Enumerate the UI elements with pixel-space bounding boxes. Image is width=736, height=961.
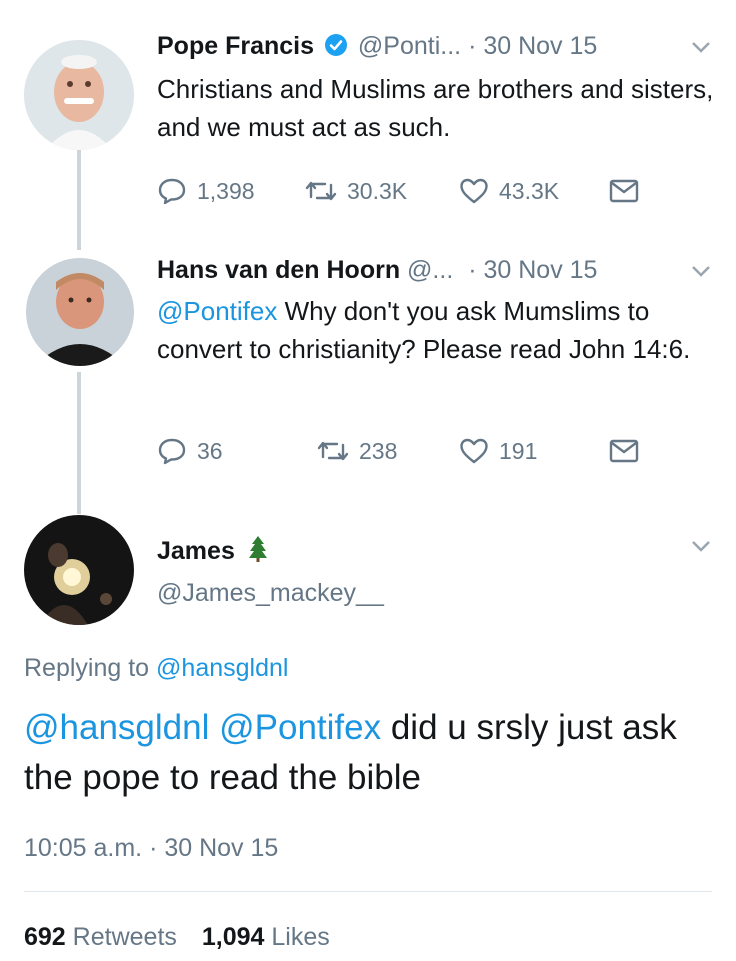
tweet2-mention-pontifex[interactable]: @Pontifex [157,296,277,326]
retweet-icon [317,441,349,461]
likes-count: 1,094 [201,923,265,951]
replying-to-handle[interactable]: @hansgldnl [156,654,288,682]
tweet1-retweet-action[interactable]: 30.3K [305,175,407,207]
avatar-hans-van-den-hoorn[interactable] [26,258,134,366]
evergreen-tree-icon [248,535,268,570]
tweet2-author-name[interactable]: Hans van den Hoorn [157,256,400,284]
tweet1-author-name[interactable]: Pope Francis [157,32,314,60]
likes-stat[interactable]: 1,094 Likes [202,923,330,951]
retweets-stat[interactable]: 692 Retweets [24,923,184,951]
tweet2-chevron-down-icon[interactable] [690,264,712,283]
tweet2-reply-action[interactable]: 36 [157,435,223,467]
tweet3-mention-pontifex[interactable]: @Pontifex [219,708,381,747]
tweet1-header: Pope Francis @Ponti... · 30 Nov 15 [157,31,597,64]
verified-badge-icon [324,33,348,64]
thread-line-2 [77,372,81,514]
tweet2-reply-count: 36 [197,437,223,464]
tweet2-like-action[interactable]: 191 [459,435,537,467]
mail-icon [609,439,639,463]
tweet3-author-name-row: James [157,535,268,570]
reply-icon [158,438,186,465]
heart-icon [460,438,488,464]
retweets-count: 692 [24,923,66,951]
tweet2-dm-action[interactable] [609,435,639,467]
tweet3-mention-hansgldnl[interactable]: @hansgldnl [24,708,209,747]
tweet2-retweet-count: 238 [359,437,398,464]
tweet2-text-block: @Pontifex Why don't you ask Mumslims to … [157,292,712,368]
tweet1-date[interactable]: · 30 Nov 15 [468,32,597,60]
tweet2-retweet-action[interactable]: 238 [317,435,397,467]
avatar-james[interactable] [24,515,134,625]
tweet2-like-count: 191 [499,437,538,464]
tweet1-text: Christians and Muslims are brothers and … [157,74,714,142]
replying-to-prefix: Replying to [24,654,157,682]
tweet3-timestamp[interactable]: 10:05 a.m. · 30 Nov 15 [24,833,278,863]
tweet-stats: 692 Retweets 1,094 Likes [24,922,330,952]
tweet1-handle[interactable]: @Ponti... [358,32,461,60]
tweet1-reply-count: 1,398 [197,177,255,204]
tweet3-author-name[interactable]: James [157,537,235,565]
tweet1-like-count: 43.3K [499,177,560,204]
reply-icon [158,178,186,205]
divider [24,891,712,892]
tweet3-chevron-down-icon[interactable] [690,539,712,558]
mail-icon [609,179,639,203]
retweet-icon [305,181,337,201]
tweet1-like-action[interactable]: 43.3K [459,175,559,207]
tweet2-header: Hans van den Hoorn @... · 30 Nov 15 [157,255,597,285]
thread-line-1 [77,150,81,250]
heart-icon [460,178,488,204]
tweet3-handle[interactable]: @James_mackey__ [157,578,384,608]
tweet1-retweet-count: 30.3K [347,177,408,204]
avatar-pope-francis[interactable] [24,40,134,150]
tweet2-date[interactable]: · 30 Nov 15 [468,256,597,284]
tweet1-dm-action[interactable] [609,175,639,207]
likes-label: Likes [271,923,330,951]
tweet2-handle[interactable]: @... [407,256,453,284]
replying-to-line: Replying to @hansgldnl [24,653,288,683]
tweet3-text-block: @hansgldnl @Pontifex did u srsly just as… [24,703,724,803]
retweets-label: Retweets [72,923,177,951]
tweet1-reply-action[interactable]: 1,398 [157,175,255,207]
tweet1-chevron-down-icon[interactable] [690,40,712,59]
